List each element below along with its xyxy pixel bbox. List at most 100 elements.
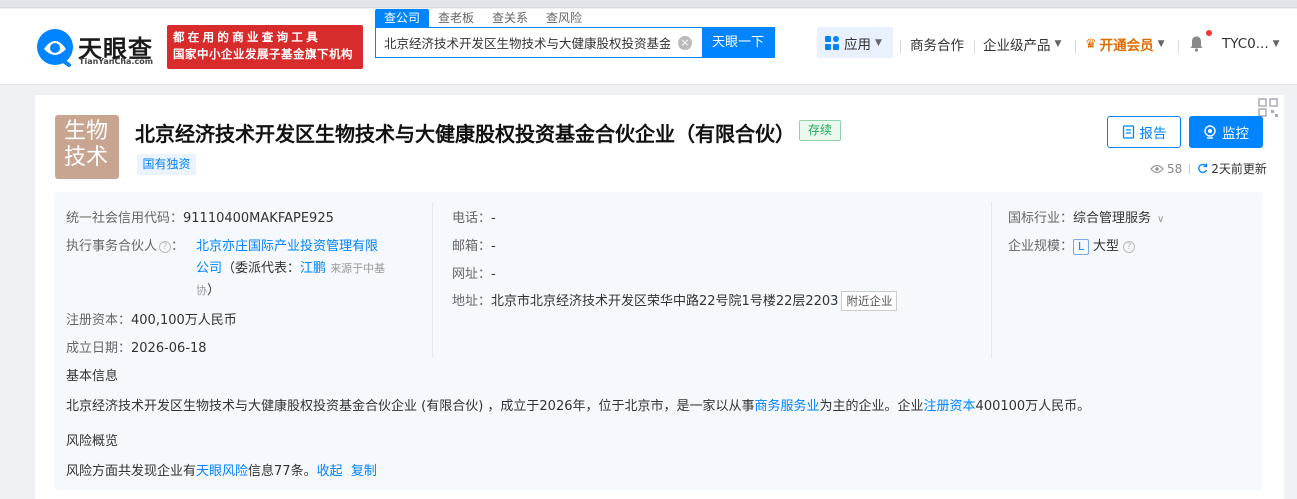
user-name: TYC0... (1222, 36, 1269, 52)
nav-business-cooperation[interactable]: 商务合作 (910, 30, 964, 58)
search-tabs: 查公司 查老板 查关系 查风险 (375, 9, 591, 27)
caret-down-icon: ▼ (1272, 39, 1280, 49)
notification-dot (1206, 30, 1212, 36)
status-badge: 存续 (799, 120, 841, 141)
website-label: 网址： (452, 267, 492, 282)
scale-badge: L (1073, 239, 1090, 255)
capital-label: 注册资本： (66, 313, 132, 328)
risk-link[interactable]: 天眼风险 (196, 464, 248, 479)
promo-line-1: 都在用的商业查询工具 (173, 30, 321, 44)
credit-code-row: 统一社会信用代码：91110400MAKFAPE925 (66, 207, 334, 226)
risk-title: 风险概览 (66, 434, 119, 449)
date-row: 成立日期：2026-06-18 (66, 337, 207, 356)
company-name: 北京经济技术开发区生物技术与大健康股权投资基金合伙企业（有限合伙） (135, 122, 795, 146)
nav-divider (1178, 40, 1179, 54)
report-label: 报告 (1139, 126, 1167, 142)
phone-row: 电话：- (452, 207, 496, 226)
basic-text-3: 400100万人民币。 (975, 399, 1091, 414)
delegate-source: 来源于中基 (330, 262, 386, 275)
search-box: × 天眼一下 (375, 27, 775, 58)
delegate-source-end: 协 (196, 284, 207, 297)
logo[interactable]: 天眼查 TianYanCha.com (35, 27, 160, 71)
credit-code-value: 91110400MAKFAPE925 (183, 211, 334, 226)
chevron-down-icon[interactable]: ∨ (1157, 214, 1164, 225)
nearby-button[interactable]: 附近企业 (841, 291, 898, 311)
promo-line-2: 国家中小企业发展子基金旗下机构 (173, 47, 353, 61)
basic-info-title: 基本信息 (66, 369, 119, 384)
industry-link[interactable]: 商务服务业 (755, 399, 820, 414)
nav-divider (1075, 40, 1076, 54)
email-row: 邮箱：- (452, 235, 496, 254)
capital-link[interactable]: 注册资本 (924, 399, 976, 414)
user-menu[interactable]: TYC0... ▼ (1222, 30, 1280, 58)
help-icon[interactable]: ? (159, 241, 172, 253)
partner-link-line-2[interactable]: 公司 (196, 261, 222, 276)
risk-text-1: 风险方面共发现企业有 (66, 464, 197, 479)
delegate-prefix: （委派代表： (222, 261, 301, 276)
basic-text-1: 北京经济技术开发区生物技术与大健康股权投资基金合伙企业 (有限合伙) ，成立于2… (66, 399, 755, 414)
column-divider (432, 202, 433, 358)
copy-link[interactable]: 复制 (351, 464, 377, 479)
bell-icon[interactable] (1188, 35, 1205, 52)
caret-down-icon: ▼ (1054, 39, 1062, 49)
crown-icon: ♛ (1085, 36, 1097, 52)
scale-row: 企业规模： L 大型? (1008, 235, 1136, 255)
promo-banner[interactable]: 都在用的商业查询工具 国家中小企业发展子基金旗下机构 (167, 25, 363, 69)
address-value: 北京市北京经济技术开发区荣华中路22号院1号楼22层2203 (491, 294, 839, 309)
partner-label: 执行事务合伙人 (66, 239, 158, 254)
logo-domain: TianYanCha.com (79, 57, 154, 66)
risk-text: 风险方面共发现企业有天眼风险信息77条。收起 复制 (66, 460, 377, 479)
tab-risk[interactable]: 查风险 (537, 9, 591, 27)
collapse-link[interactable]: 收起 (317, 464, 343, 479)
basic-text-2: 为主的企业。企业 (819, 399, 924, 414)
apps-label: 应用 (844, 36, 871, 53)
phone-value: - (491, 211, 496, 226)
capital-row: 注册资本：400,100万人民币 (66, 309, 237, 328)
tab-boss[interactable]: 查老板 (429, 9, 483, 27)
company-logo-line-2: 技术 (64, 145, 109, 170)
email-label: 邮箱： (452, 239, 492, 254)
refresh-icon[interactable] (1197, 163, 1208, 174)
report-button[interactable]: 报告 (1107, 116, 1181, 148)
risk-text-2: 信息77条。 (248, 464, 317, 479)
monitor-icon (1204, 125, 1216, 139)
nav-enterprise-products[interactable]: 企业级产品 ▼ (983, 30, 1061, 58)
nav-vip-label: 开通会员 (1099, 38, 1154, 54)
help-icon[interactable]: ? (1123, 241, 1136, 253)
monitor-label: 监控 (1222, 126, 1249, 142)
scale-value: 大型 (1093, 239, 1120, 254)
tab-company[interactable]: 查公司 (375, 9, 430, 27)
industry-value: 综合管理服务 (1073, 211, 1152, 226)
address-row: 地址：北京市北京经济技术开发区荣华中路22号院1号楼22层2203 附近企业 (452, 290, 898, 311)
date-label: 成立日期： (66, 341, 132, 356)
credit-code-label: 统一社会信用代码： (66, 211, 184, 226)
search-button[interactable]: 天眼一下 (702, 28, 774, 57)
company-type-tag[interactable]: 国有独资 (137, 154, 196, 175)
apps-menu-button[interactable]: 应用 ▼ (817, 27, 893, 58)
delegate-suffix: ） (207, 283, 221, 298)
company-logo-line-1: 生物 (64, 119, 109, 144)
caret-down-icon: ▼ (875, 37, 882, 48)
website-row: 网址：- (452, 263, 496, 282)
clear-icon[interactable]: × (678, 36, 692, 50)
apps-grid-icon (825, 35, 839, 50)
date-value: 2026-06-18 (131, 341, 207, 356)
industry-label: 国标行业： (1008, 211, 1074, 226)
email-value: - (491, 239, 496, 254)
caret-down-icon: ▼ (1157, 39, 1165, 49)
column-divider (991, 202, 992, 358)
nav-divider (974, 40, 975, 54)
eye-icon (1150, 164, 1164, 173)
partner-link-line-1[interactable]: 北京亦庄国际产业投资管理有限 (196, 235, 378, 254)
delegate-link[interactable]: 江鹏 (300, 261, 326, 276)
tab-relation[interactable]: 查关系 (483, 9, 537, 27)
monitor-button[interactable]: 监控 (1189, 116, 1263, 148)
industry-row: 国标行业：综合管理服务 ∨ (1008, 207, 1164, 226)
search-input[interactable] (376, 28, 678, 57)
capital-value: 400,100万人民币 (131, 313, 237, 328)
browser-top-strip (0, 0, 1297, 8)
address-label: 地址： (452, 294, 492, 309)
nav-divider (900, 40, 901, 54)
nav-open-vip[interactable]: ♛ 开通会员 ▼ (1085, 30, 1165, 58)
scale-label: 企业规模： (1008, 239, 1074, 254)
